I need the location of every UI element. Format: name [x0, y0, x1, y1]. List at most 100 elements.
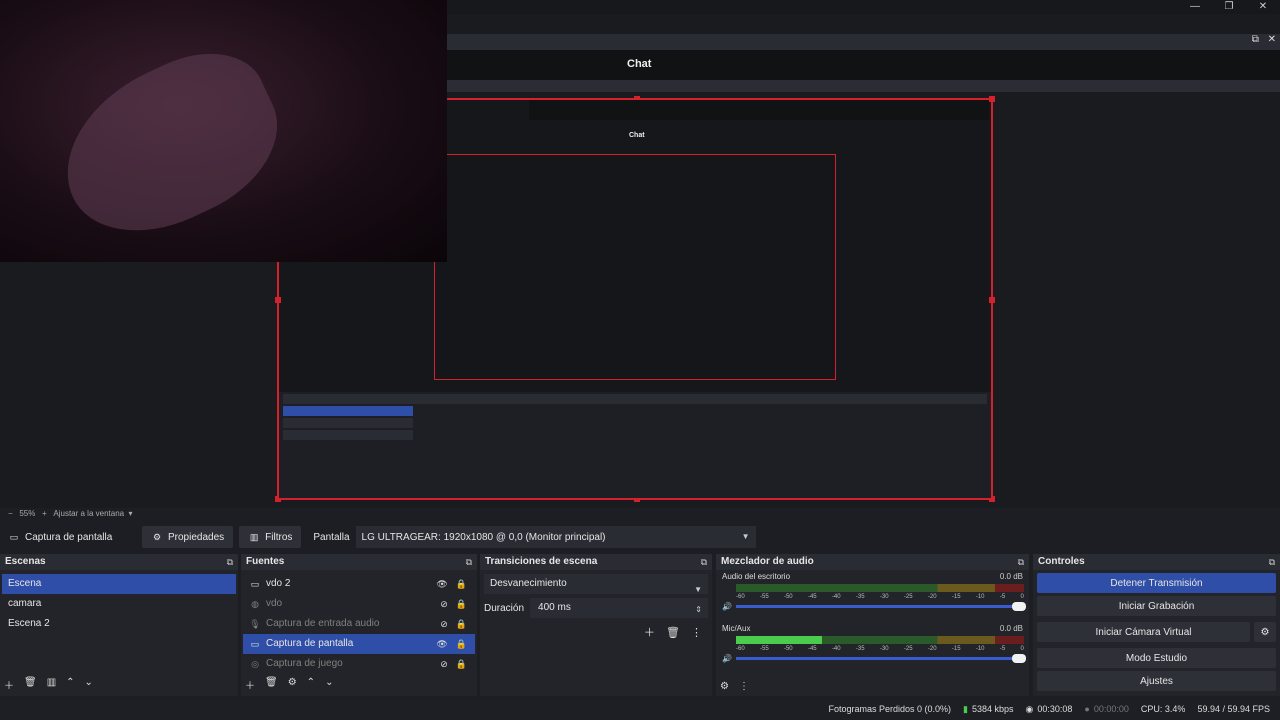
properties-label: Propiedades	[168, 531, 225, 543]
dock-menu-icon[interactable]: ⧉	[701, 554, 707, 570]
scale-tick: -55	[759, 594, 769, 600]
duration-row: Duración 400 ms ⇕	[484, 598, 708, 618]
mixer-channel: Audio del escritorio 0.0 dB -60 -55 -50 -45…	[722, 572, 1026, 622]
filter-icon[interactable]: ▥	[47, 677, 56, 692]
close-button[interactable]: ✕	[1246, 0, 1280, 14]
preview-area[interactable]: ⧉ ✕ Chat Chat	[0, 0, 1280, 508]
trash-icon[interactable]: 🗑	[265, 677, 278, 692]
float-dock-icon[interactable]: ⧉	[1252, 34, 1259, 45]
scale-tick: -25	[903, 594, 913, 600]
eye-icon[interactable]: 👁	[436, 579, 447, 589]
virtual-cam-button[interactable]: Iniciar Cámara Virtual	[1037, 622, 1250, 642]
add-icon[interactable]: ＋	[4, 677, 14, 692]
scale-tick: -35	[855, 646, 865, 652]
volume-slider[interactable]	[736, 654, 1026, 663]
duration-input[interactable]: 400 ms ⇕	[530, 598, 708, 618]
lock-icon[interactable]: 🔒	[456, 639, 467, 649]
dock-menu-icon[interactable]: ⧉	[1018, 554, 1024, 570]
filters-button[interactable]: ▥ Filtros	[239, 526, 302, 548]
settings-button[interactable]: Ajustes	[1037, 671, 1276, 691]
fit-window-button[interactable]: Ajustar a la ventana	[53, 509, 124, 518]
selected-source: ▭ Captura de pantalla	[0, 532, 142, 543]
lock-icon[interactable]: 🔒	[456, 619, 467, 629]
eye-hidden-icon[interactable]: ⊘	[440, 619, 448, 629]
window-controls: — ❐ ✕	[1178, 0, 1280, 14]
gear-icon[interactable]: ⚙	[1254, 622, 1276, 642]
add-icon[interactable]: ＋	[245, 677, 255, 692]
properties-button[interactable]: ⚙ Propiedades	[142, 526, 234, 548]
sources-title-text: Fuentes	[246, 556, 285, 567]
chevron-down-icon[interactable]: ▾	[129, 509, 133, 518]
lock-icon[interactable]: 🔒	[456, 579, 467, 589]
close-dock-icon[interactable]: ✕	[1268, 34, 1276, 45]
fps: 59.94 / 59.94 FPS	[1197, 704, 1270, 714]
source-item[interactable]: ◎ Captura de juego ⊘ 🔒	[243, 654, 475, 674]
dock-menu-icon[interactable]: ⧉	[466, 554, 472, 570]
more-icon[interactable]: ⋮	[691, 627, 702, 639]
speaker-icon[interactable]: 🔊	[722, 602, 732, 611]
transition-buttons: ＋ 🗑 ⋮	[636, 624, 702, 640]
screen-select[interactable]: LG ULTRAGEAR: 1920x1080 @ 0,0 (Monitor p…	[355, 526, 756, 548]
volume-slider[interactable]	[736, 602, 1026, 611]
zoom-out-button[interactable]: −	[8, 509, 13, 518]
monitor-icon: ▭	[9, 531, 19, 542]
scenes-dock: Escenas ⧉ Escena camara Escena 2 ＋ 🗑 ▥ ⌃…	[0, 554, 238, 696]
nested-chat-title: Chat	[629, 132, 645, 139]
maximize-button[interactable]: ❐	[1212, 0, 1246, 14]
down-icon[interactable]: ⌄	[85, 677, 93, 692]
controls-title: Controles ⧉	[1033, 554, 1280, 570]
start-record-button[interactable]: Iniciar Grabación	[1037, 596, 1276, 616]
studio-mode-button[interactable]: Modo Estudio	[1037, 648, 1276, 668]
speaker-icon[interactable]: 🔊	[722, 654, 732, 663]
source-item[interactable]: 🎙 Captura de entrada audio ⊘ 🔒	[243, 614, 475, 634]
trash-icon[interactable]: 🗑	[666, 627, 680, 639]
scale-tick: -50	[783, 594, 793, 600]
more-icon[interactable]: ⋮	[739, 681, 749, 692]
lock-icon[interactable]: 🔒	[456, 659, 467, 669]
scene-item[interactable]: Escena	[2, 574, 236, 594]
source-toolbar: ▭ Captura de pantalla ⚙ Propiedades ▥ Fi…	[0, 524, 1280, 550]
mixer-title-text: Mezclador de audio	[721, 556, 814, 567]
up-icon[interactable]: ⌃	[66, 677, 74, 692]
webcam-image	[38, 30, 302, 260]
source-item[interactable]: ▭ Captura de pantalla 👁 🔒	[243, 634, 475, 654]
up-icon[interactable]: ⌃	[307, 677, 315, 692]
scale-tick: -55	[759, 646, 769, 652]
source-item[interactable]: ▭ vdo 2 👁 🔒	[243, 574, 475, 594]
zoom-in-button[interactable]: +	[42, 509, 47, 518]
dock-menu-icon[interactable]: ⧉	[227, 554, 233, 570]
scale-tick: -30	[879, 646, 889, 652]
add-icon[interactable]: ＋	[644, 627, 655, 639]
resize-handle[interactable]	[989, 96, 995, 102]
chevron-down-icon: ▼	[694, 585, 702, 594]
chat-panel: Chat	[447, 50, 1280, 80]
eye-hidden-icon[interactable]: ⊘	[440, 599, 448, 609]
stop-stream-button[interactable]: Detener Transmisión	[1037, 573, 1276, 593]
gear-icon[interactable]: ⚙	[720, 681, 729, 692]
scene-item[interactable]: camara	[2, 594, 236, 614]
source-item[interactable]: ◍ vdo ⊘ 🔒	[243, 594, 475, 614]
spinner-icon[interactable]: ⇕	[695, 600, 702, 620]
transition-select[interactable]: Desvanecimiento ▼	[484, 574, 708, 594]
zoom-bar: − 55% + Ajustar a la ventana ▾	[0, 508, 1280, 520]
scene-item[interactable]: Escena 2	[2, 614, 236, 634]
meter-scale: -60 -55 -50 -45 -40 -35 -30 -25 -20 -15 -10 -5 0	[736, 594, 1024, 600]
monitor-icon: ▭	[250, 639, 260, 649]
eye-icon[interactable]: 👁	[436, 639, 447, 649]
zoom-level: 55%	[19, 509, 36, 518]
resize-handle[interactable]	[275, 297, 281, 303]
minimize-button[interactable]: —	[1178, 0, 1212, 14]
dock-menu-icon[interactable]: ⧉	[1269, 554, 1275, 570]
scale-tick: -10	[975, 594, 985, 600]
gear-icon[interactable]: ⚙	[288, 677, 297, 692]
nested-preview	[434, 154, 836, 380]
lock-icon[interactable]: 🔒	[456, 599, 467, 609]
scenes-title: Escenas ⧉	[0, 554, 238, 570]
record-icon: ●	[1084, 704, 1090, 714]
monitor-icon: ▭	[250, 579, 260, 589]
trash-icon[interactable]: 🗑	[24, 677, 37, 692]
resize-handle[interactable]	[989, 297, 995, 303]
transitions-title: Transiciones de escena ⧉	[480, 554, 712, 570]
eye-hidden-icon[interactable]: ⊘	[440, 659, 448, 669]
down-icon[interactable]: ⌄	[325, 677, 333, 692]
